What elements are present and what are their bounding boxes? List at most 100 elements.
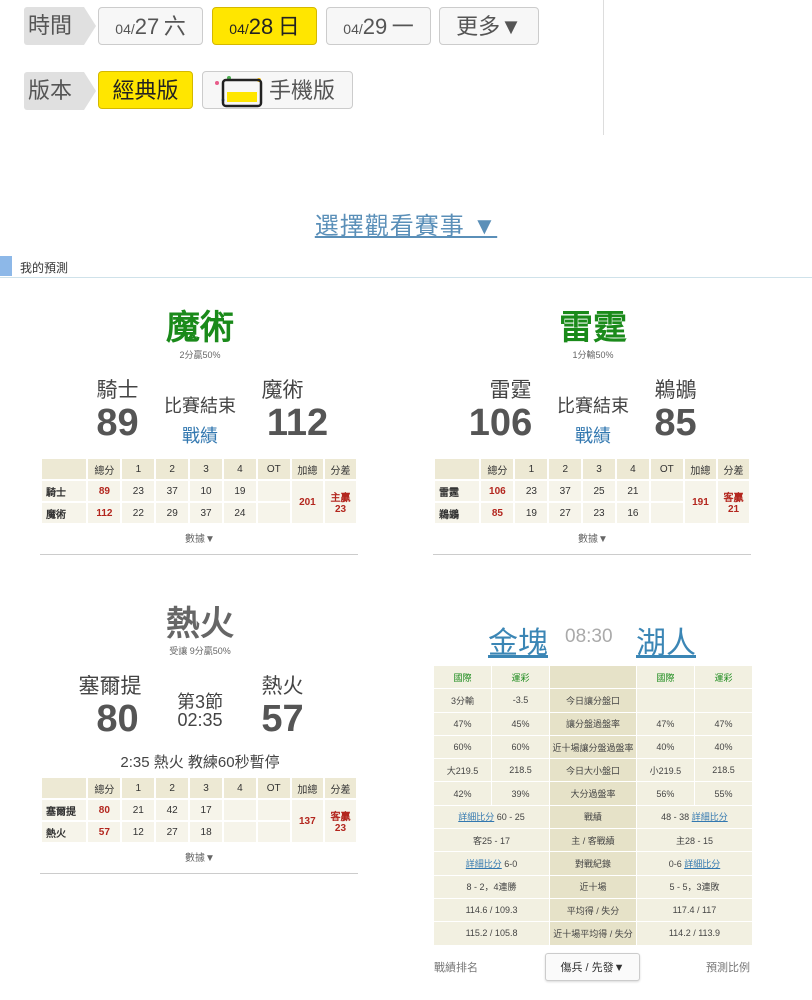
upcoming-home-team-link[interactable]: 湖人	[636, 618, 696, 662]
data-toggle-link[interactable]: 數據▼	[433, 530, 753, 545]
quarter-score: 24	[221, 501, 258, 525]
odds-right-value: 117.4 / 117	[672, 905, 717, 916]
box-score-header: 加總	[289, 457, 326, 481]
quarter-score: 23	[513, 479, 550, 503]
box-score-header: 4	[221, 457, 258, 481]
box-score-header: 1	[513, 457, 550, 481]
standings-link[interactable]: 戰績排名	[434, 959, 478, 975]
odds-stat-label: 戰績	[549, 804, 637, 830]
record-link[interactable]: 戰績	[543, 422, 643, 448]
box-score-header: 分差	[323, 457, 358, 481]
odds-right-cell: 48 - 38 詳細比分	[635, 804, 754, 830]
odds-header: 國際	[635, 664, 695, 690]
home-team-name: 魔術	[261, 379, 304, 402]
time-label: 時間	[24, 7, 96, 45]
select-game-link[interactable]: 選擇觀看賽事 ▼	[0, 206, 812, 241]
diff-value: 23	[334, 504, 347, 515]
odds-cell: 47%	[635, 711, 695, 736]
quarter-score: 23	[120, 479, 157, 503]
box-score-header: 總分	[479, 457, 516, 481]
data-toggle-link[interactable]: 數據▼	[40, 530, 360, 545]
box-score-header: 2	[154, 457, 191, 481]
odds-cell: 47%	[432, 711, 493, 736]
box-score-header: 總分	[86, 776, 123, 800]
detail-score-link[interactable]: 詳細比分	[466, 859, 502, 869]
odds-cell: 大分過盤率	[549, 781, 637, 806]
prediction-team: 魔術	[166, 309, 234, 347]
point-diff: 客贏 21	[716, 479, 751, 525]
odds-cell: 47%	[693, 711, 754, 736]
card-divider	[40, 554, 358, 555]
diff-label: 客贏	[723, 493, 744, 504]
version-label: 版本	[24, 72, 96, 110]
odds-stat-label: 近十場平均得 / 失分	[549, 921, 637, 946]
odds-cell: 60%	[432, 734, 493, 760]
odds-right-value: 5 - 5，3連敗	[669, 882, 720, 893]
odds-left-value: 8 - 2，4連勝	[466, 882, 517, 893]
odds-right-value: 主28 - 15	[675, 835, 713, 846]
data-toggle-link[interactable]: 數據▼	[40, 849, 360, 864]
odds-cell: 今日讓分盤口	[549, 688, 637, 713]
quarter-score: 37	[188, 501, 224, 525]
prediction-detail: 1分輸50%	[572, 350, 614, 360]
quarter-score: 37	[547, 479, 584, 503]
box-score-header: 3	[581, 457, 617, 481]
box-score-header: 2	[547, 457, 584, 481]
box-team-name: 騎士	[39, 479, 89, 503]
record-link[interactable]: 戰績	[150, 422, 250, 448]
quarter-score: 21	[120, 798, 157, 822]
odds-cell: 56%	[635, 781, 695, 806]
box-score-header: 1	[120, 776, 157, 800]
box-team-name: 鵜鶘	[432, 501, 482, 525]
detail-score-link[interactable]: 詳細比分	[684, 859, 720, 869]
odds-left-cell: 客25 - 17	[432, 828, 551, 853]
game-status: 比賽結束	[557, 396, 629, 416]
away-team-score: 80	[96, 698, 139, 740]
ot-score	[255, 501, 292, 525]
odds-right-cell: 114.2 / 113.9	[635, 921, 754, 946]
quarter-score: 25	[581, 479, 617, 503]
home-team-score: 85	[654, 402, 697, 444]
odds-left-cell: 8 - 2，4連勝	[432, 874, 551, 899]
play-by-play-note: 2:35 熱火 教練60秒暫停	[120, 754, 280, 771]
prediction-team: 雷霆	[559, 309, 627, 347]
box-score-header	[432, 457, 482, 481]
box-score-header: 4	[614, 457, 651, 481]
box-score-table: 總分 1 2 3 4 OT 加總 分差 塞爾提 80 21 42 17 137 客贏 23 熱火 57 12 27 18	[39, 776, 359, 844]
diff-value: 23	[334, 823, 347, 834]
diff-label: 主贏	[330, 493, 351, 504]
odds-cell: 218.5	[693, 758, 754, 783]
box-score-table: 總分 1 2 3 4 OT 加總 分差 雷霆 106 23 37 25 21 191 客贏 21 鵜鶘 85 19 27…	[432, 457, 751, 525]
quarter-score: 37	[154, 479, 191, 503]
quarter-score: 29	[154, 501, 191, 525]
prediction-ratio-link[interactable]: 預測比例	[706, 959, 750, 975]
mobile-version-button[interactable]: 手機版	[202, 71, 353, 109]
date-month: 04/	[343, 21, 363, 37]
odds-stat-label: 主 / 客戰績	[549, 828, 637, 853]
box-team-total: 112	[86, 501, 123, 525]
diff-label: 客贏	[330, 812, 351, 823]
odds-header: 運彩	[491, 664, 551, 690]
point-diff: 主贏 23	[323, 479, 358, 525]
date-0428-button[interactable]: 04/28 日	[212, 7, 317, 45]
box-score-header: 分差	[322, 776, 359, 800]
box-score-header: OT	[648, 457, 685, 481]
odds-left-cell: 115.2 / 105.8	[432, 921, 551, 946]
classic-version-button[interactable]: 經典版	[98, 71, 193, 109]
quarter-score: 19	[513, 501, 550, 525]
upcoming-away-team-link[interactable]: 金塊	[488, 618, 548, 662]
prediction-team: 熱火	[166, 605, 234, 643]
date-0429-button[interactable]: 04/29 一	[326, 7, 431, 45]
odds-table: 國際 運彩 國際 運彩 3分輸 -3.5 今日讓分盤口 47% 45% 讓分盤過盤率 47% 47% 6…	[432, 664, 754, 946]
detail-score-link[interactable]: 詳細比分	[692, 812, 728, 822]
detail-score-link[interactable]: 詳細比分	[458, 812, 494, 822]
away-team-name: 雷霆	[489, 379, 532, 402]
home-team-name: 鵜鶘	[654, 379, 697, 402]
odds-right-value: 0-6	[668, 859, 685, 870]
quarter-score: 22	[120, 501, 157, 525]
more-dates-button[interactable]: 更多▼	[439, 7, 539, 45]
away-team-score: 89	[96, 402, 139, 444]
date-0427-button[interactable]: 04/27 六	[98, 7, 203, 45]
away-team-name: 騎士	[96, 379, 139, 402]
injury-lineup-button[interactable]: 傷兵 / 先發▼	[545, 953, 640, 981]
